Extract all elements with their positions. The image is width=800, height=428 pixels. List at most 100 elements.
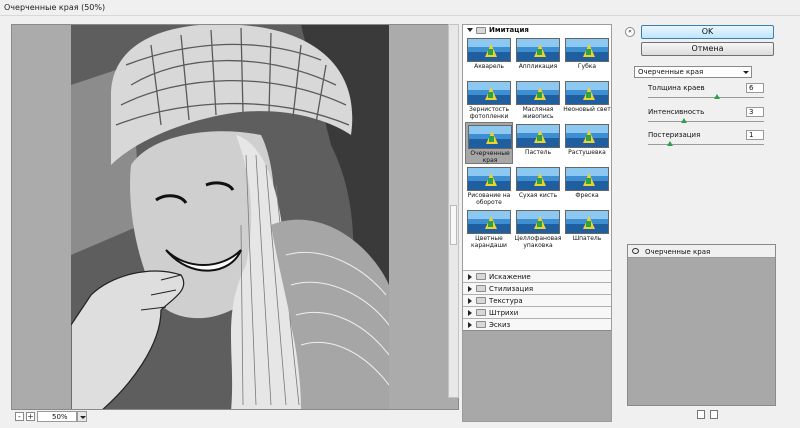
category-label: Текстура — [489, 297, 523, 305]
chevron-down-icon — [467, 28, 473, 32]
zoom-out-button[interactable]: - — [15, 412, 24, 421]
filter-thumbnail[interactable]: Зернистость фотопленки — [465, 79, 513, 121]
thumbnail-image — [565, 124, 609, 148]
param-posterization: Постеризация 1 — [648, 130, 766, 151]
category-imitation-header[interactable]: Имитация — [463, 25, 611, 36]
thumbnail-label: Акварель — [474, 63, 504, 70]
delete-effect-layer-icon[interactable] — [710, 410, 718, 419]
filter-category[interactable]: Искажение — [463, 270, 611, 282]
param-label: Интенсивность — [648, 108, 705, 116]
chevron-right-icon — [468, 286, 472, 292]
folder-icon — [476, 285, 486, 292]
folder-icon — [476, 321, 486, 328]
param-intensity: Интенсивность 3 — [648, 107, 766, 128]
category-label: Эскиз — [489, 321, 511, 329]
filter-thumbnail[interactable]: Целлофановая упаковка — [514, 208, 562, 250]
filter-thumbnail[interactable]: Фреска — [563, 165, 611, 207]
filter-category[interactable]: Эскиз — [463, 318, 611, 330]
filter-select[interactable]: Очерченные края — [634, 66, 752, 78]
thumbnail-image — [516, 38, 560, 62]
thumbnail-label: Сухая кисть — [518, 192, 558, 199]
filter-thumbnail[interactable]: Неоновый свет — [563, 79, 611, 121]
filter-thumbnail[interactable]: Сухая кисть — [514, 165, 562, 207]
window-title: Очерченные края (50%) — [4, 3, 106, 12]
folder-icon — [476, 273, 486, 280]
eye-icon[interactable] — [632, 248, 639, 254]
filter-categories: Искажение Стилизация Текстура Штрихи Эскиз — [463, 270, 611, 330]
thumbnail-image — [467, 167, 511, 191]
thumbnail-label: Аппликация — [518, 63, 558, 70]
category-label: Имитация — [489, 26, 529, 34]
thumbnail-image — [516, 81, 560, 105]
filter-thumbnail[interactable]: Очерченные края — [465, 122, 513, 164]
thumbnail-label: Фреска — [575, 192, 599, 199]
effect-layer-row[interactable]: Очерченные края — [628, 245, 775, 258]
thumbnail-label: Шпатель — [572, 235, 602, 242]
thumbnail-label: Зернистость фотопленки — [469, 106, 509, 120]
zoom-in-button[interactable]: + — [26, 412, 35, 421]
scrollbar-thumb[interactable] — [450, 205, 457, 245]
filter-thumbnail[interactable]: Шпатель — [563, 208, 611, 250]
thumbnail-image — [516, 167, 560, 191]
slider-knob[interactable] — [667, 141, 673, 146]
filter-category[interactable]: Стилизация — [463, 282, 611, 294]
thumbnail-image — [467, 81, 511, 105]
title-bar: Очерченные края (50%) — [0, 0, 800, 16]
folder-icon — [476, 297, 486, 304]
effect-layers-panel: Очерченные края — [627, 244, 776, 406]
filter-thumbnail[interactable]: Губка — [563, 36, 611, 78]
filter-thumbnail[interactable]: Пастель — [514, 122, 562, 164]
thumbnail-label: Рисование на обороте — [467, 192, 511, 206]
chevron-right-icon — [468, 298, 472, 304]
filter-thumbnail[interactable]: Рисование на обороте — [465, 165, 513, 207]
filter-thumbnail[interactable]: Аппликация — [514, 36, 562, 78]
filter-thumbnails: Акварель Аппликация Губка Зернистость фотоп… — [463, 36, 611, 268]
filter-category[interactable]: Текстура — [463, 294, 611, 306]
thumbnail-image — [565, 38, 609, 62]
cancel-button[interactable]: Отмена — [641, 42, 774, 56]
param-value-input[interactable]: 3 — [746, 107, 764, 117]
preview-scrollbar[interactable] — [448, 24, 459, 398]
preview-area[interactable] — [11, 24, 459, 410]
zoom-bar: - + 50% — [11, 410, 459, 424]
slider-track[interactable] — [648, 144, 764, 145]
slider-knob[interactable] — [681, 118, 687, 123]
preview-image — [71, 25, 389, 409]
param-edge-width: Толщина краев 6 — [648, 83, 766, 104]
zoom-value[interactable]: 50% — [37, 411, 77, 422]
thumbnail-label: Растушевка — [568, 149, 606, 156]
thumbnail-image — [467, 210, 511, 234]
ok-button[interactable]: OK — [641, 25, 774, 39]
filter-thumbnail[interactable]: Растушевка — [563, 122, 611, 164]
param-label: Толщина краев — [648, 84, 705, 92]
slider-track[interactable] — [648, 97, 764, 98]
param-value-input[interactable]: 1 — [746, 130, 764, 140]
filter-thumbnail[interactable]: Масляная живопись — [514, 79, 562, 121]
zoom-dropdown-button[interactable] — [77, 411, 87, 422]
thumbnail-image — [467, 38, 511, 62]
thumbnail-image — [565, 210, 609, 234]
filter-gallery: Имитация Акварель Аппликация Губка Зернисто… — [462, 24, 612, 422]
collapse-gallery-button[interactable]: « — [625, 27, 635, 37]
effect-layer-label: Очерченные края — [645, 248, 711, 256]
filter-thumbnail[interactable]: Цветные карандаши — [465, 208, 513, 250]
filter-thumbnail[interactable]: Акварель — [465, 36, 513, 78]
thumbnail-image — [516, 210, 560, 234]
category-label: Искажение — [489, 273, 531, 281]
thumbnail-label: Пастель — [524, 149, 552, 156]
thumbnail-image — [565, 81, 609, 105]
chevron-right-icon — [468, 310, 472, 316]
slider-knob[interactable] — [714, 94, 720, 99]
filter-category[interactable]: Штрихи — [463, 306, 611, 318]
chevron-down-icon — [743, 71, 749, 74]
param-label: Постеризация — [648, 131, 701, 139]
filter-select-value: Очерченные края — [638, 68, 704, 76]
thumbnail-label: Губка — [577, 63, 597, 70]
thumbnail-label: Цветные карандаши — [471, 235, 507, 249]
slider-track[interactable] — [648, 121, 764, 122]
thumbnail-label: Целлофановая упаковка — [514, 235, 562, 249]
thumbnail-image — [516, 124, 560, 148]
new-effect-layer-icon[interactable] — [697, 410, 705, 419]
thumbnail-image — [565, 167, 609, 191]
param-value-input[interactable]: 6 — [746, 83, 764, 93]
